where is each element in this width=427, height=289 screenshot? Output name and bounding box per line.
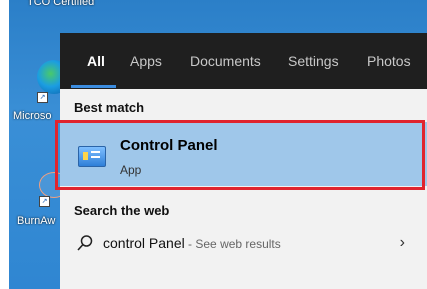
web-result-hint: - See web results [184,237,281,251]
search-icon [77,235,93,251]
active-tab-indicator [71,85,116,88]
search-tab-bar: All Apps Documents Settings Photos [60,33,427,89]
web-result-text: control Panel - See web results [103,235,281,251]
tab-documents[interactable]: Documents [190,53,261,69]
tab-apps[interactable]: Apps [130,53,162,69]
highlight-box [55,120,425,190]
web-result-query: control Panel [103,235,185,251]
desktop-label-tco: TCO Certified [27,0,95,8]
shortcut-arrow-icon: ↗ [37,92,48,103]
web-search-result[interactable]: control Panel - See web results › [60,229,427,259]
desktop-label-burnaware[interactable]: BurnAw [17,215,55,227]
desktop-label-edge[interactable]: Microso [13,110,52,122]
search-web-header: Search the web [74,203,170,218]
tab-photos[interactable]: Photos [367,53,411,69]
tab-settings[interactable]: Settings [288,53,339,69]
chevron-right-icon[interactable]: › [400,234,405,252]
best-match-header: Best match [74,100,145,115]
tab-all[interactable]: All [87,53,105,69]
shortcut-arrow-icon: ↗ [39,196,50,207]
